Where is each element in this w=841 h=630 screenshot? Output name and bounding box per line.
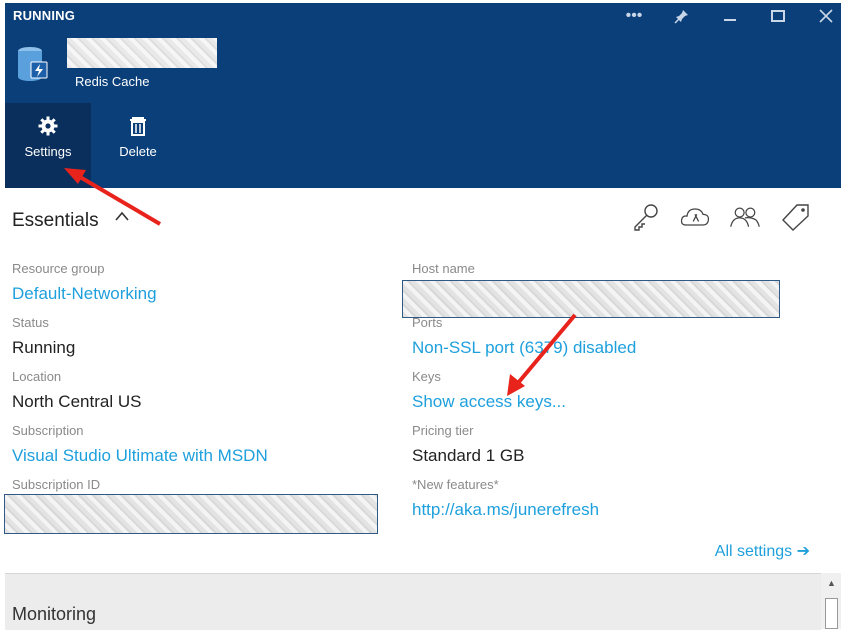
resource-group-label: Resource group <box>12 261 105 276</box>
pricing-tier-label: Pricing tier <box>412 423 474 438</box>
location-label: Location <box>12 369 62 384</box>
monitoring-section: Monitoring <box>5 573 821 630</box>
status-title: RUNNING <box>13 8 76 23</box>
cloud-icon[interactable] <box>679 202 711 232</box>
subscription-link[interactable]: Visual Studio Ultimate with MSDN <box>12 446 268 466</box>
gear-icon <box>37 115 59 137</box>
pin-icon[interactable] <box>671 5 693 27</box>
all-settings-link[interactable]: All settings ➔ <box>715 541 810 561</box>
minimize-icon[interactable] <box>719 5 741 27</box>
maximize-icon[interactable] <box>767 5 789 27</box>
resource-name-redacted <box>67 38 217 68</box>
settings-button[interactable]: Settings <box>5 103 91 188</box>
new-features-link[interactable]: http://aka.ms/junerefresh <box>412 500 599 520</box>
more-icon[interactable]: ••• <box>623 5 645 27</box>
window-controls: ••• <box>623 3 837 29</box>
subscription-id-redacted <box>4 494 378 534</box>
delete-button[interactable]: Delete <box>95 103 181 188</box>
keys-label: Keys <box>412 369 441 384</box>
trash-icon <box>127 115 149 137</box>
essentials-toolbar <box>629 202 811 232</box>
delete-label: Delete <box>119 144 157 159</box>
resource-type: Redis Cache <box>75 74 150 89</box>
chevron-up-icon[interactable] <box>115 208 129 226</box>
scrollbar-thumb[interactable] <box>825 598 838 629</box>
blade-header: RUNNING ••• Redis Cache Settings Delete <box>5 3 841 188</box>
tag-icon[interactable] <box>779 202 811 232</box>
show-access-keys-link[interactable]: Show access keys... <box>412 392 566 412</box>
essentials-header[interactable]: Essentials <box>5 190 836 246</box>
ports-link[interactable]: Non-SSL port (6379) disabled <box>412 338 636 358</box>
scroll-up-icon[interactable]: ▲ <box>827 578 836 588</box>
users-icon[interactable] <box>729 202 761 232</box>
settings-label: Settings <box>24 144 72 159</box>
monitoring-title: Monitoring <box>12 604 97 624</box>
essentials-title: Essentials <box>12 210 99 231</box>
host-name-redacted <box>402 280 780 318</box>
host-name-label: Host name <box>412 261 475 276</box>
redis-cache-icon <box>14 45 50 85</box>
command-bar: Settings Delete <box>5 103 841 188</box>
subscription-id-label: Subscription ID <box>12 477 101 492</box>
status-value: Running <box>12 338 76 357</box>
new-features-label: *New features* <box>412 477 499 492</box>
pricing-tier-value: Standard 1 GB <box>412 446 525 465</box>
location-value: North Central US <box>12 392 142 411</box>
resource-group-link[interactable]: Default-Networking <box>12 284 157 304</box>
close-icon[interactable] <box>815 5 837 27</box>
subscription-label: Subscription <box>12 423 84 438</box>
status-label: Status <box>12 315 49 330</box>
ports-label: Ports <box>412 315 443 330</box>
key-icon[interactable] <box>629 202 661 232</box>
